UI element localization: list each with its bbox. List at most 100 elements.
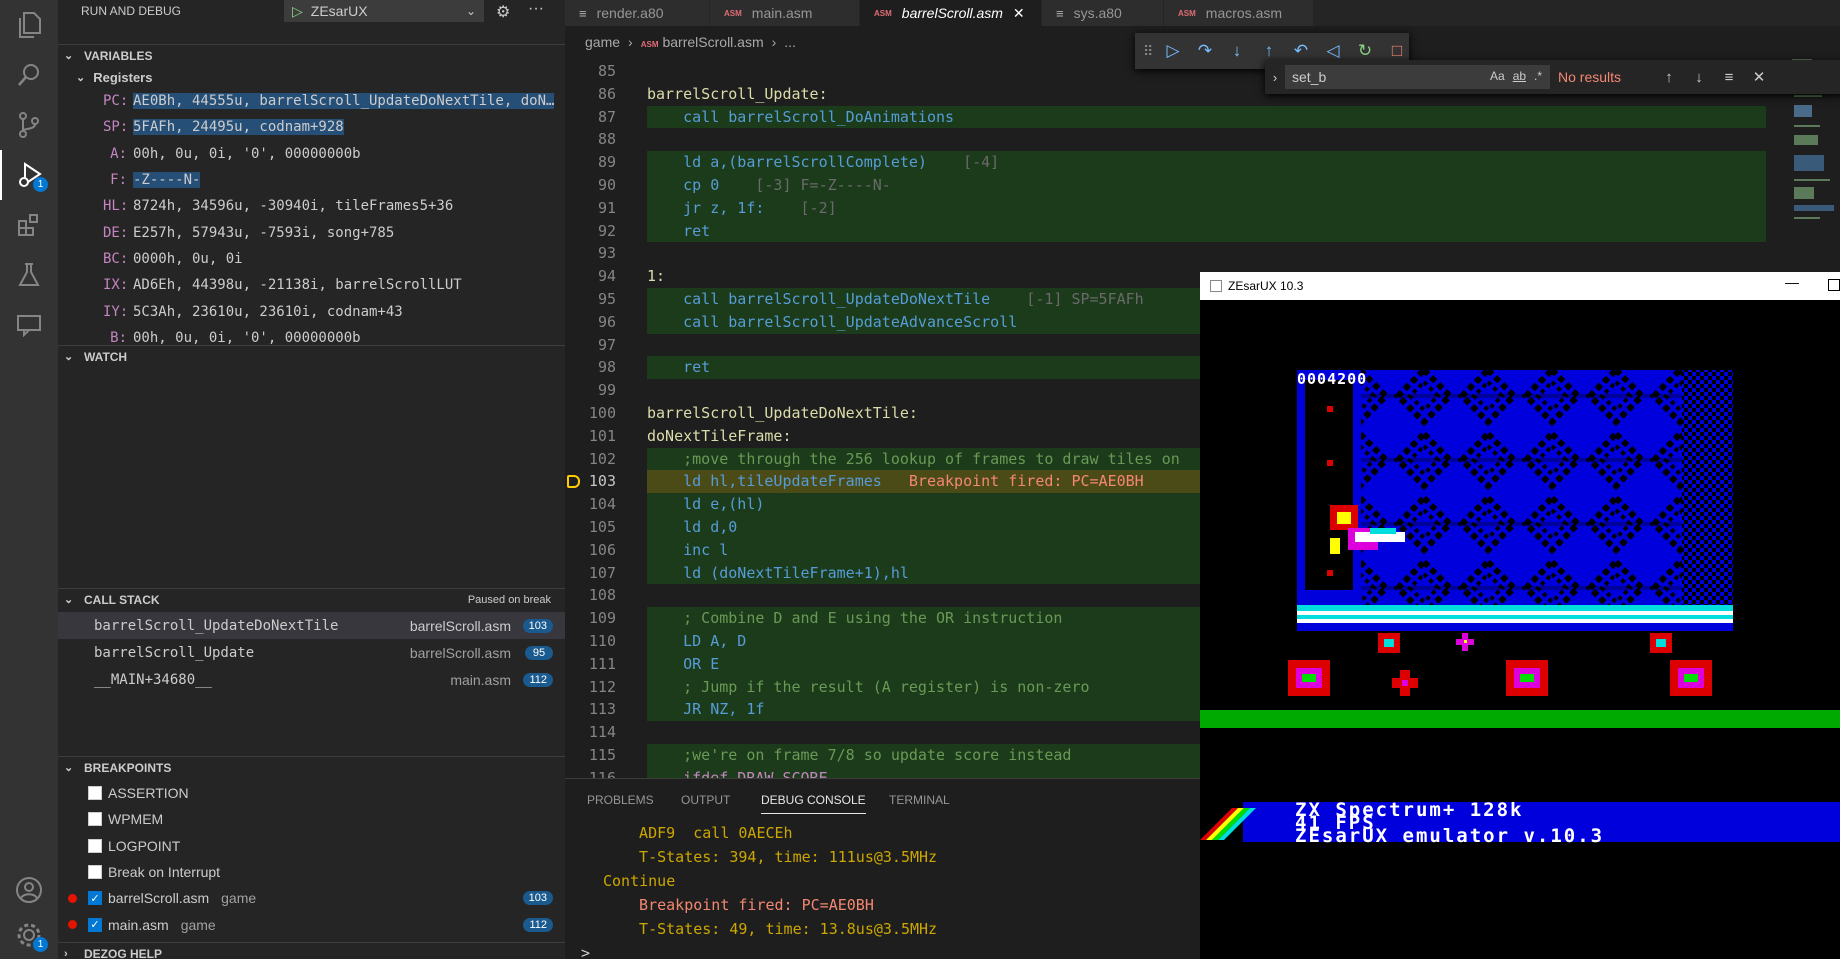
tab-main-asm[interactable]: ASM main.asm [710, 0, 860, 26]
console-line: Continue [603, 872, 676, 890]
next-match-icon[interactable]: ↓ [1684, 69, 1714, 86]
chevron-down-icon: ⌄ [64, 351, 74, 363]
close-icon[interactable]: ✕ [1013, 5, 1025, 22]
code-line[interactable]: 92 ret [565, 219, 1766, 243]
register-name: IX: [103, 277, 129, 294]
breadcrumb-more[interactable]: ... [784, 34, 796, 50]
explorer-icon[interactable] [0, 0, 58, 50]
reverse-continue-icon[interactable]: ◁ [1321, 41, 1345, 61]
register-row[interactable]: BC: 0000h, 0u, 0i [58, 246, 565, 272]
register-row[interactable]: PC: AE0Bh, 44555u, barrelScroll_UpdateDoN… [58, 88, 565, 114]
code-text: barrelScroll_Update: [647, 84, 828, 103]
close-icon[interactable]: ✕ [1744, 68, 1774, 86]
code-line[interactable]: 87 call barrelScroll_DoAnimations [565, 105, 1766, 129]
frame-line-badge: 103 [522, 618, 553, 633]
tab-problems[interactable]: PROBLEMS [587, 793, 654, 807]
call-stack-frame[interactable]: __MAIN+34680__ main.asm 112 [58, 666, 565, 693]
watch-section-header[interactable]: ⌄ WATCH [58, 345, 565, 367]
step-back-icon[interactable]: ↶ [1289, 41, 1313, 61]
restart-icon[interactable]: ↻ [1353, 41, 1377, 61]
breakpoint-checkbox[interactable] [88, 838, 102, 853]
registers-group[interactable]: ⌄ Registers [58, 66, 565, 88]
gear-icon[interactable]: ⚙ [496, 2, 510, 22]
console-prompt[interactable]: > [581, 944, 590, 959]
emulator-window[interactable]: ZEsarUX 10.3 — 0004200 ZX Spectrum+ 128k… [1200, 272, 1840, 959]
register-row[interactable]: IY: 5C3Ah, 23610u, 23610i, codnam+43 [58, 298, 565, 324]
match-word-toggle[interactable]: ab [1513, 69, 1526, 83]
game-display: 0004200 [1200, 300, 1840, 959]
run-debug-icon[interactable]: 1 [0, 150, 58, 200]
register-row[interactable]: DE: E257h, 57943u, -7593i, song+785 [58, 219, 565, 245]
breakpoint-item[interactable]: ASSERTION [58, 780, 565, 806]
dezog-help-section-header[interactable]: › DEZOG HELP [58, 942, 565, 959]
code-line[interactable]: 89 ld a,(barrelScrollComplete) [-4] [565, 151, 1766, 174]
call-stack-frame[interactable]: barrelScroll_Update barrelScroll.asm 95 [58, 639, 565, 666]
code-line[interactable]: 91 jr z, 1f: [-2] [565, 196, 1766, 220]
search-icon[interactable] [0, 50, 58, 100]
breakpoint-checkbox[interactable]: ✓ [88, 891, 102, 906]
emulator-titlebar[interactable]: ZEsarUX 10.3 — [1200, 272, 1840, 300]
extensions-icon[interactable] [0, 200, 58, 250]
breadcrumb-folder[interactable]: game [585, 34, 620, 50]
step-out-icon[interactable]: ↑ [1257, 41, 1281, 61]
emulator-screen[interactable]: 0004200 ZX Spectrum+ 128k 41 FPS ZEsarUX… [1200, 300, 1840, 959]
breakpoint-checkbox[interactable] [88, 865, 102, 880]
maximize-icon[interactable] [1828, 279, 1840, 291]
remote-chat-icon[interactable] [0, 300, 58, 350]
stop-icon[interactable]: □ [1385, 41, 1409, 61]
breakpoints-section-header[interactable]: ⌄ BREAKPOINTS [58, 756, 565, 778]
breadcrumb-file[interactable]: barrelScroll.asm [662, 34, 763, 50]
frame-name: barrelScroll_UpdateDoNextTile [94, 617, 339, 634]
step-into-icon[interactable]: ↓ [1225, 41, 1249, 61]
register-row[interactable]: F: -Z----N- [58, 167, 565, 193]
tab-output[interactable]: OUTPUT [681, 793, 730, 807]
manage-gear-icon[interactable]: 1 [0, 910, 58, 959]
testing-flask-icon[interactable] [0, 250, 58, 300]
current-line-arrow-icon [567, 475, 580, 489]
tab-sys-a80[interactable]: ≡ sys.a80 [1042, 0, 1164, 26]
register-row[interactable]: SP: 5FAFh, 24495u, codnam+928 [58, 114, 565, 140]
console-line: T-States: 49, time: 13.8us@3.5MHz [621, 920, 938, 938]
previous-match-icon[interactable]: ↑ [1654, 69, 1684, 86]
source-control-icon[interactable] [0, 100, 58, 150]
breakpoint-item[interactable]: ✓ main.asm game 112 [58, 911, 565, 937]
more-actions-icon[interactable]: ··· [528, 0, 544, 18]
code-line[interactable]: 88 [565, 128, 1766, 151]
continue-icon[interactable]: ▷ [1161, 41, 1185, 61]
breakpoint-item[interactable]: Break on Interrupt [58, 859, 565, 885]
match-case-toggle[interactable]: Aa [1490, 69, 1505, 83]
tab-render-a80[interactable]: ≡ render.a80 [565, 0, 710, 26]
account-icon[interactable] [0, 865, 58, 915]
chevron-right-icon[interactable]: › [1265, 70, 1285, 85]
find-in-selection-icon[interactable]: ≡ [1714, 69, 1744, 86]
register-row[interactable]: HL: 8724h, 34596u, -30940i, tileFrames5+3… [58, 193, 565, 219]
regex-toggle[interactable]: .* [1534, 69, 1542, 83]
line-number: 95 [597, 289, 616, 308]
start-debug-play-icon[interactable]: ▷ [292, 3, 303, 20]
register-row[interactable]: A: 00h, 0u, 0i, '0', 00000000b [58, 141, 565, 167]
tab-macros-asm[interactable]: ASM macros.asm [1164, 0, 1314, 26]
code-line[interactable]: 93 [565, 242, 1766, 265]
register-row[interactable]: IX: AD6Eh, 44398u, -21138i, barrelScrollL… [58, 272, 565, 298]
breakpoint-item[interactable]: WPMEM [58, 806, 565, 832]
breakpoint-item[interactable]: LOGPOINT [58, 833, 565, 859]
breakpoint-checkbox[interactable]: ✓ [88, 917, 102, 932]
register-name: A: [110, 145, 127, 162]
variables-section-header[interactable]: ⌄ VARIABLES [58, 44, 565, 66]
line-number: 105 [588, 517, 616, 536]
register-name: DE: [103, 224, 129, 241]
tab-debug-console[interactable]: DEBUG CONSOLE [761, 793, 866, 814]
breakpoint-checkbox[interactable] [88, 786, 102, 801]
debug-config-select[interactable]: ▷ ZEsarUX ⌄ [284, 0, 484, 22]
breakpoint-checkbox[interactable] [88, 812, 102, 827]
step-over-icon[interactable]: ↷ [1193, 41, 1217, 61]
breakpoints-list: ASSERTION WPMEM LOGPOINT Break on Interrupt… [58, 780, 565, 938]
tab-terminal[interactable]: TERMINAL [889, 793, 950, 807]
breakpoint-item[interactable]: ✓ barrelScroll.asm game 103 [58, 885, 565, 911]
code-line[interactable]: 90 cp 0 [-3] F=-Z----N- [565, 173, 1766, 197]
tab-barrelscroll-asm[interactable]: ASM barrelScroll.asm ✕ [860, 0, 1042, 26]
call-stack-section-header[interactable]: ⌄ CALL STACK Paused on break [58, 588, 565, 610]
call-stack-frame[interactable]: barrelScroll_UpdateDoNextTile barrelScrol… [58, 612, 565, 639]
drag-handle-icon[interactable]: ⠿ [1143, 43, 1153, 60]
minimize-icon[interactable]: — [1785, 274, 1799, 290]
